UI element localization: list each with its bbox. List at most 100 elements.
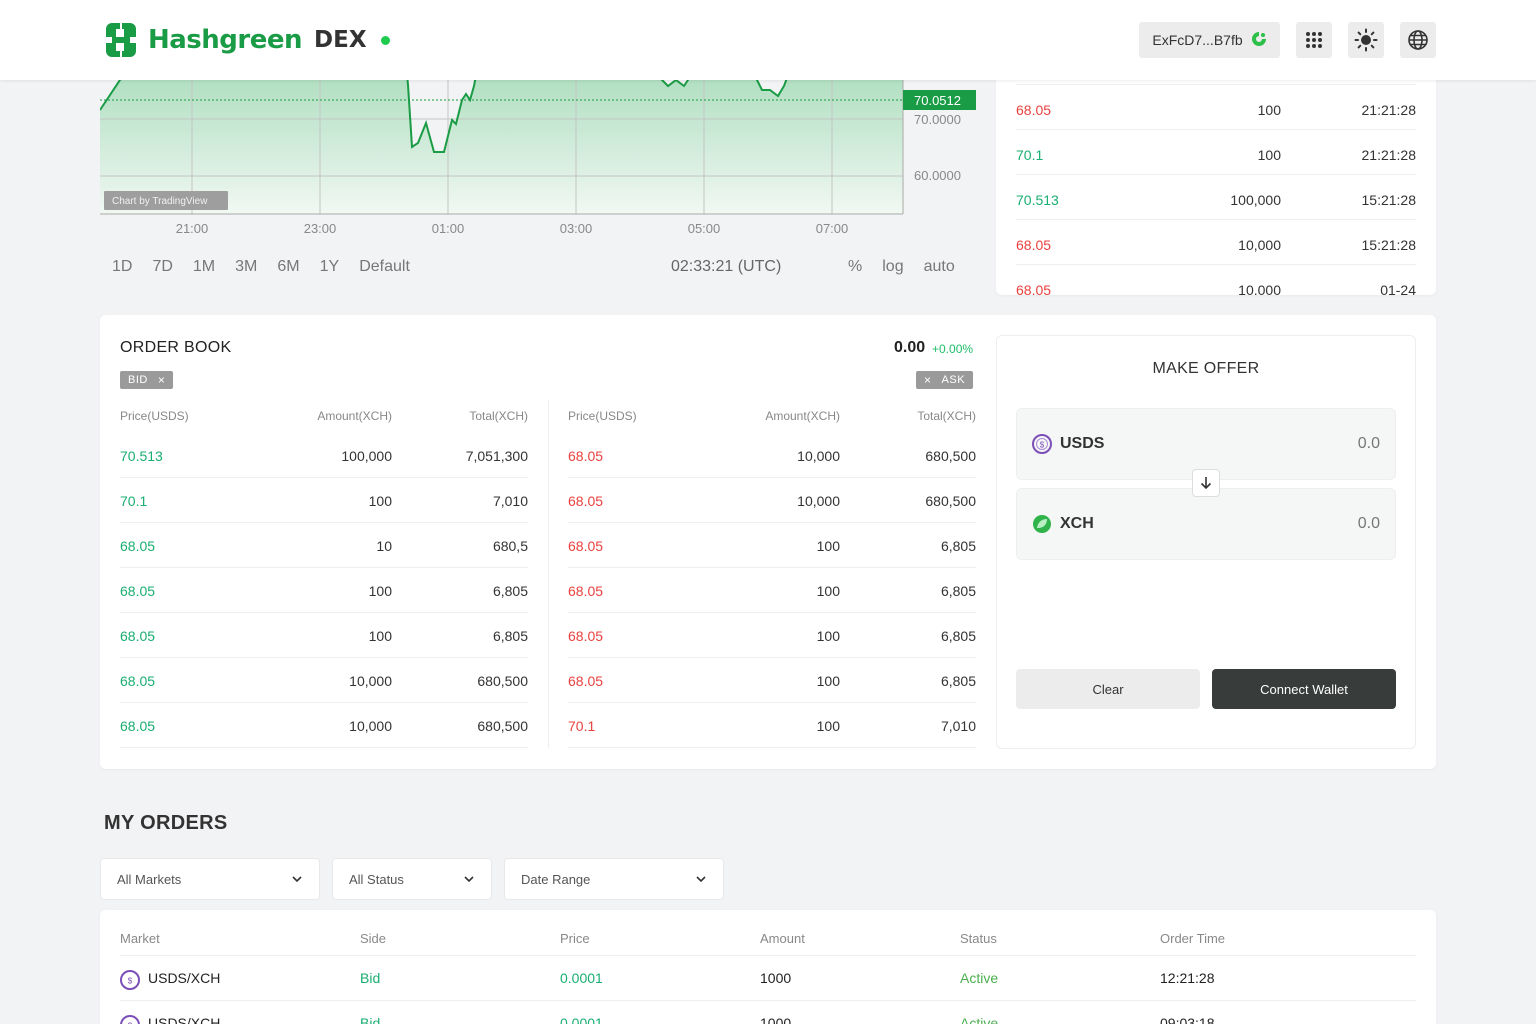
scale-log-button[interactable]: log (882, 258, 903, 276)
bid-order-row[interactable]: 68.05 100 6,805 (120, 568, 528, 613)
trade-row: 68.05 10,000 15:21:28 (1016, 220, 1416, 265)
chia-wallet-icon (1251, 31, 1267, 50)
grid-icon (1306, 32, 1322, 48)
order-book-card: ORDER BOOK 0.00 +0.00% BID × × ASK Price… (100, 315, 1436, 769)
theme-toggle-button[interactable] (1348, 22, 1384, 58)
close-icon[interactable]: × (158, 373, 166, 387)
bid-amount: 10,000 (349, 718, 392, 734)
range-default-button[interactable]: Default (359, 258, 410, 276)
order-amount: 1000 (760, 1015, 792, 1024)
bid-price: 68.05 (120, 718, 156, 734)
range-3m-button[interactable]: 3M (235, 258, 257, 276)
make-offer-panel: MAKE OFFER $ USDS 0.0 XCH 0.0 Clear Conn… (996, 335, 1416, 749)
language-button[interactable] (1400, 22, 1436, 58)
tradingview-watermark: Chart by TradingView (112, 196, 208, 207)
ask-order-row[interactable]: 68.05 100 6,805 (568, 613, 976, 658)
price-chart-canvas[interactable]: 70.0512 70.0000 60.0000 Chart by Trading… (100, 70, 980, 240)
ask-total: 6,805 (940, 583, 976, 599)
my-orders-title: MY ORDERS (104, 812, 228, 834)
ask-filter-chip[interactable]: × ASK (916, 371, 974, 389)
date-range-select[interactable]: Date Range (504, 858, 724, 900)
scale-percent-button[interactable]: % (848, 258, 862, 276)
trade-time: 21:21:28 (1361, 102, 1417, 118)
order-amount: 1000 (760, 970, 792, 986)
trade-time: 15:21:28 (1361, 192, 1417, 208)
trade-time: 15:21:28 (1361, 237, 1417, 253)
trade-row: 68.05 100 21:21:28 (1016, 85, 1416, 130)
to-token-name: XCH (1060, 515, 1094, 532)
ask-amount-header: Amount(XCH) (765, 409, 840, 423)
from-token-amount[interactable]: 0.0 (1358, 435, 1380, 453)
trade-time: 01-24 (1380, 282, 1416, 295)
ask-order-row[interactable]: 68.05 10,000 680,500 (568, 478, 976, 523)
range-1m-button[interactable]: 1M (193, 258, 215, 276)
x-tick-label: 21:00 (176, 221, 209, 236)
range-1d-button[interactable]: 1D (112, 258, 132, 276)
table-row[interactable]: $ USDS/XCH Bid 0.0001 1000 Active 09:03:… (120, 1000, 1416, 1024)
ask-price: 70.1 (568, 718, 596, 734)
bid-order-row[interactable]: 68.05 10,000 680,500 (120, 658, 528, 703)
wallet-address-button[interactable]: ExFcD7...B7fb (1139, 22, 1280, 58)
ask-price: 68.05 (568, 493, 604, 509)
bid-order-row[interactable]: 70.513 100,000 7,051,300 (120, 433, 528, 478)
my-orders-table: Market Side Price Amount Status Order Ti… (100, 910, 1436, 1024)
ask-order-row[interactable]: 68.05 100 6,805 (568, 523, 976, 568)
ask-price: 68.05 (568, 673, 604, 689)
market-filter-select[interactable]: All Markets (100, 858, 320, 900)
ask-order-row[interactable]: 68.05 100 6,805 (568, 658, 976, 703)
table-row[interactable]: $ USDS/XCH Bid 0.0001 1000 Active 12:21:… (120, 955, 1416, 1000)
recent-trades-panel: 68.05 100 21:21:28 70.1 100 21:21:28 70.… (996, 60, 1436, 295)
svg-text:$: $ (1040, 441, 1045, 450)
range-1y-button[interactable]: 1Y (320, 258, 340, 276)
bid-order-row[interactable]: 68.05 10 680,5 (120, 523, 528, 568)
scale-auto-button[interactable]: auto (924, 258, 955, 276)
status-filter-select[interactable]: All Status (332, 858, 492, 900)
trade-time: 21:21:28 (1361, 147, 1417, 163)
connect-wallet-button[interactable]: Connect Wallet (1212, 669, 1396, 709)
ask-amount: 100 (816, 583, 840, 599)
ask-order-row[interactable]: 68.05 10,000 680,500 (568, 433, 976, 478)
chart-range-selector: 1D 7D 1M 3M 6M 1Y Default (112, 258, 430, 276)
brand-logo[interactable]: Hashgreen DEX (100, 20, 390, 60)
bid-price: 68.05 (120, 673, 156, 689)
ask-amount: 100 (816, 718, 840, 734)
ask-order-row[interactable]: 68.05 100 6,805 (568, 568, 976, 613)
price-chart[interactable]: 70.0512 70.0000 60.0000 Chart by Trading… (100, 70, 980, 285)
x-tick-label: 07:00 (816, 221, 849, 236)
ask-order-row[interactable]: 70.1 100 7,010 (568, 703, 976, 748)
trade-amount: 10,000 (1238, 237, 1281, 253)
product-name: DEX (314, 27, 367, 53)
chevron-down-icon (696, 876, 706, 883)
col-header-order-time: Order Time (1160, 931, 1226, 946)
col-header-side: Side (360, 931, 387, 946)
bid-order-row[interactable]: 68.05 10,000 680,500 (120, 703, 528, 748)
to-token-amount[interactable]: 0.0 (1358, 515, 1380, 533)
chevron-down-icon (464, 876, 474, 883)
trade-amount: 10,000 (1238, 282, 1281, 295)
range-7d-button[interactable]: 7D (152, 258, 172, 276)
ask-price: 68.05 (568, 583, 604, 599)
apps-grid-button[interactable] (1296, 22, 1332, 58)
order-status: Active (960, 1015, 999, 1024)
ask-total: 6,805 (940, 538, 976, 554)
trade-row: 70.513 100,000 15:21:28 (1016, 175, 1416, 220)
to-token-field[interactable]: XCH 0.0 (1016, 488, 1396, 560)
bid-price: 68.05 (120, 538, 156, 554)
y-tick-label: 70.0000 (914, 112, 961, 127)
clear-button[interactable]: Clear (1016, 669, 1200, 709)
x-tick-label: 23:00 (304, 221, 337, 236)
globe-icon (1408, 30, 1428, 50)
bid-order-row[interactable]: 68.05 100 6,805 (120, 613, 528, 658)
bid-order-row[interactable]: 70.1 100 7,010 (120, 478, 528, 523)
range-6m-button[interactable]: 6M (277, 258, 299, 276)
trade-amount: 100 (1257, 147, 1281, 163)
close-icon[interactable]: × (924, 373, 932, 387)
bid-total: 680,500 (477, 718, 528, 734)
swap-direction-button[interactable] (1192, 469, 1220, 497)
bid-filter-chip[interactable]: BID × (120, 371, 174, 389)
status-filter-label: All Status (349, 872, 404, 887)
order-time: 09:03:18 (1160, 1015, 1215, 1024)
bid-total: 680,5 (492, 538, 528, 554)
make-offer-title: MAKE OFFER (1152, 360, 1260, 377)
bid-total: 7,051,300 (465, 448, 528, 464)
